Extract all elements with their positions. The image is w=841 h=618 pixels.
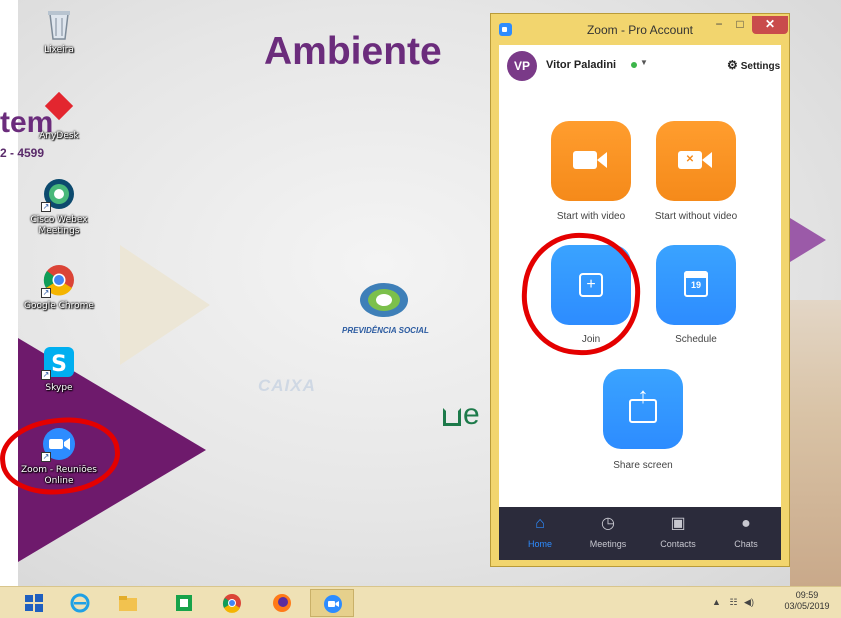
settings-button[interactable]: ⚙ Settings [727,58,780,72]
wallpaper-e-text: e [443,398,480,432]
start-button[interactable] [12,589,56,617]
nav-chats[interactable]: ● Chats [711,507,781,560]
upload-arrow-icon: ↑ [637,383,649,408]
zoom-header: VP Vitor Paladini ▼ ⚙ Settings [499,45,781,89]
window-titlebar[interactable]: Zoom - Pro Account − □ ✕ [491,14,789,45]
settings-label: Settings [740,61,781,72]
gear-icon: ⚙ [727,58,738,72]
square-logo-icon [443,408,461,426]
taskbar-internet-explorer[interactable] [58,589,102,617]
bottom-nav: ⌂ Home ◷ Meetings ▣ Contacts ● Chats [499,507,781,560]
nav-label: Meetings [589,539,627,549]
start-without-video-button[interactable]: ✕ [656,121,736,201]
folder-icon [119,596,137,611]
taskbar-firefox[interactable] [260,589,304,617]
chat-icon: ● [741,515,751,532]
minimize-button[interactable]: − [710,16,728,34]
desktop-icon-label: Cisco Webex Meetings [30,215,88,236]
anydesk-icon [41,91,77,128]
shortcut-arrow-icon: ↗ [41,370,51,380]
status-dot-icon[interactable] [631,62,637,68]
wallpaper-triangle-right [790,218,826,262]
taskbar-zoom[interactable] [310,589,354,617]
desktop-icon-chrome[interactable]: ↗ Google Chrome [20,262,98,312]
shortcut-arrow-icon: ↗ [41,202,51,212]
home-icon: ⌂ [535,515,545,532]
video-off-icon: ✕ [678,151,702,169]
desktop-icon-label: Lixeira [44,45,74,55]
desktop-icon-label: AnyDesk [39,131,79,141]
show-hidden-icons-icon[interactable]: ▲ [712,597,721,607]
calendar-day: 19 [690,280,701,290]
webex-icon: ↗ [41,176,77,212]
start-with-video-button[interactable] [551,121,631,201]
clock-time: 09:59 [795,590,819,600]
store-icon [176,595,192,611]
nav-meetings[interactable]: ◷ Meetings [573,507,643,560]
skype-icon: S ↗ [41,344,77,380]
nav-home[interactable]: ⌂ Home [505,507,575,560]
share-screen-label: Share screen [613,460,673,471]
shortcut-arrow-icon: ↗ [41,288,51,298]
nav-label: Home [527,539,552,549]
recycle-bin-icon [41,6,77,42]
desktop-icon-webex[interactable]: ↗ Cisco Webex Meetings [20,176,98,237]
desktop-icon-label: Skype [45,383,73,393]
close-button[interactable]: ✕ [752,16,788,34]
previdencia-text: PREVIDÊNCIA SOCIAL [342,326,429,335]
taskbar-file-explorer[interactable] [106,589,150,617]
wallpaper-title: Ambiente [264,30,442,73]
video-camera-lens [597,152,607,168]
nav-contacts[interactable]: ▣ Contacts [643,507,713,560]
previdencia-logo [360,283,408,317]
video-camera-lens [702,152,712,168]
clock-icon: ◷ [601,515,615,532]
windows-icon [25,594,43,612]
schedule-label: Schedule [675,334,717,345]
system-tray: ▲ ☷ ◀) [712,597,754,608]
user-name[interactable]: Vitor Paladini [546,59,616,71]
firefox-icon [273,594,291,612]
nav-label: Chats [734,539,758,549]
wallpaper-photo [790,300,841,586]
chevron-down-icon[interactable]: ▼ [640,58,648,67]
maximize-button[interactable]: □ [731,16,749,34]
desktop-icon-label: Google Chrome [24,301,94,311]
zoom-icon [324,595,342,613]
caixa-text: CAIXA [258,376,316,395]
desktop-icon-anydesk[interactable]: AnyDesk [20,91,98,142]
clock[interactable]: 09:59 03/05/2019 [776,590,838,612]
desktop-icon-skype[interactable]: S ↗ Skype [20,344,98,394]
e-letter: e [463,398,480,431]
volume-icon[interactable]: ◀) [744,597,754,607]
schedule-button[interactable]: 19 [656,245,736,325]
svg-text:S: S [51,352,67,377]
chrome-icon: ↗ [41,262,77,298]
video-camera-icon [573,151,597,169]
share-screen-button[interactable]: ↑ [603,369,683,449]
internet-explorer-icon [70,593,90,613]
desktop-icon-lixeira[interactable]: Lixeira [20,6,98,56]
chrome-icon [222,594,241,613]
contacts-icon: ▣ [670,515,686,532]
wallpaper-edge [0,0,18,586]
start-without-video-label: Start without video [654,211,738,222]
taskbar-store[interactable] [162,589,206,617]
calendar-icon: 19 [684,271,708,297]
avatar[interactable]: VP [507,51,537,81]
wallpaper-phone: 2 - 4599 [0,146,45,160]
clock-date: 03/05/2019 [784,601,830,611]
nav-label: Contacts [660,539,696,549]
taskbar: ▲ ☷ ◀) 09:59 03/05/2019 [0,586,841,618]
network-icon[interactable]: ☷ [729,597,737,607]
taskbar-chrome[interactable] [210,589,254,617]
